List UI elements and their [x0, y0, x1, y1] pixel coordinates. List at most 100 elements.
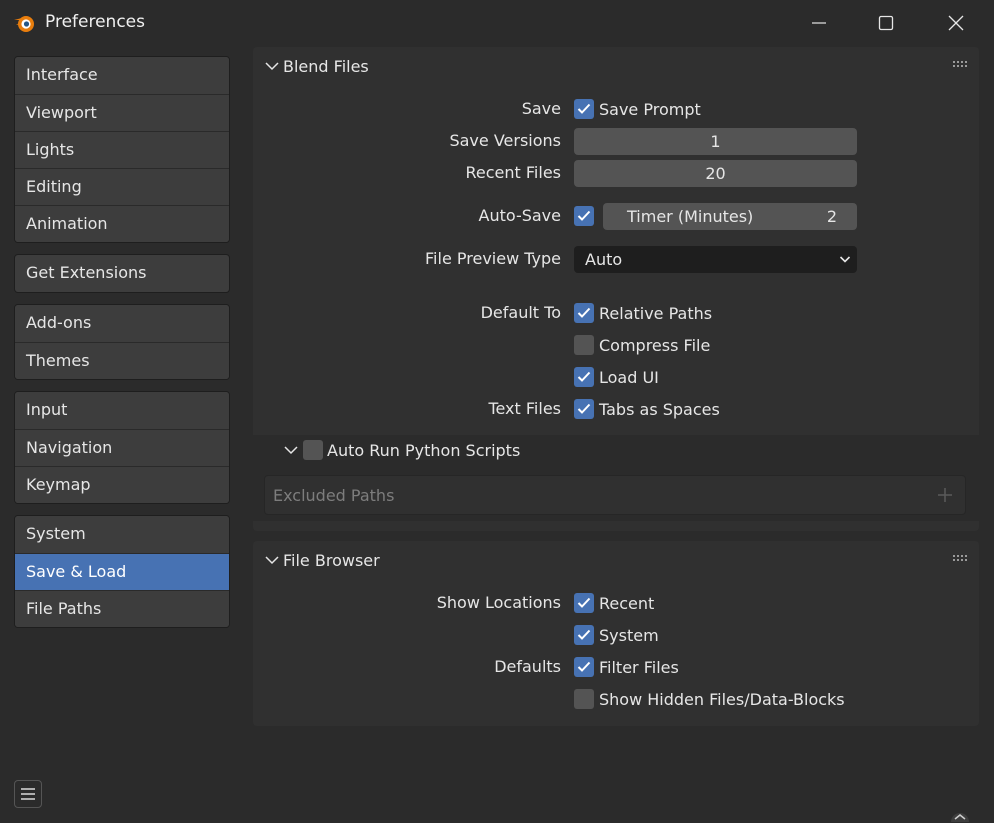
auto-run-header[interactable]: Auto Run Python Scripts [284, 435, 520, 465]
auto-run-checkbox[interactable] [303, 440, 323, 460]
system-checkbox-row[interactable]: System [574, 621, 659, 649]
minimize-button[interactable] [786, 0, 852, 46]
blender-logo-icon [14, 16, 34, 32]
text-files-label: Text Files [488, 399, 561, 418]
sidebar-item-addons[interactable]: Add-ons [15, 305, 229, 342]
title-bar: Preferences [0, 0, 994, 46]
system-checkbox[interactable] [574, 625, 594, 645]
file-preview-type-select[interactable]: Auto [574, 246, 857, 273]
checkmark-icon [577, 103, 591, 114]
recent-label: Recent [599, 593, 655, 613]
sidebar-item-interface[interactable]: Interface [15, 57, 229, 94]
grip-icon[interactable] [953, 61, 967, 69]
nav-group-extensions: Get Extensions [14, 254, 230, 293]
minimize-icon [812, 22, 826, 24]
plus-icon[interactable] [937, 487, 953, 503]
save-versions-field[interactable]: 1 [574, 128, 857, 155]
grip-icon[interactable] [953, 555, 967, 563]
load-ui-checkbox[interactable] [574, 367, 594, 387]
chevron-down-icon [284, 446, 298, 455]
auto-save-checkbox-row[interactable] [574, 202, 594, 230]
file-browser-panel: File Browser Show Locations Recent Syste… [253, 541, 979, 726]
sidebar-item-file-paths[interactable]: File Paths [15, 590, 229, 627]
sidebar-item-save-load[interactable]: Save & Load [15, 553, 229, 590]
checkmark-icon [577, 661, 591, 672]
filter-files-checkbox-row[interactable]: Filter Files [574, 653, 679, 681]
tabs-as-spaces-label: Tabs as Spaces [599, 399, 720, 419]
nav-group-interface: Interface Viewport Lights Editing Animat… [14, 56, 230, 243]
blend-files-header[interactable]: Blend Files [253, 47, 979, 85]
auto-run-label: Auto Run Python Scripts [327, 440, 521, 460]
blend-files-title: Blend Files [283, 56, 369, 76]
maximize-button[interactable] [853, 0, 919, 46]
tabs-as-spaces-checkbox-row[interactable]: Tabs as Spaces [574, 395, 720, 423]
sidebar-item-editing[interactable]: Editing [15, 168, 229, 205]
sidebar-item-system[interactable]: System [15, 516, 229, 553]
file-preview-type-label: File Preview Type [425, 249, 561, 268]
save-versions-label: Save Versions [449, 131, 561, 150]
relative-paths-label: Relative Paths [599, 303, 713, 323]
nav-group-system: System Save & Load File Paths [14, 515, 230, 628]
default-to-label: Default To [480, 303, 561, 322]
show-hidden-checkbox-row[interactable]: Show Hidden Files/Data-Blocks [574, 685, 845, 713]
save-prompt-checkbox-row[interactable]: Save Prompt [574, 95, 701, 123]
timer-value: 2 [826, 207, 837, 226]
checkmark-icon [577, 597, 591, 608]
sidebar-item-input[interactable]: Input [15, 392, 229, 429]
tabs-as-spaces-checkbox[interactable] [574, 399, 594, 419]
checkmark-icon [577, 210, 591, 221]
recent-checkbox[interactable] [574, 593, 594, 613]
hamburger-menu-icon [21, 788, 35, 800]
chevron-down-icon [839, 256, 851, 263]
filter-files-checkbox[interactable] [574, 657, 594, 677]
sidebar-item-viewport[interactable]: Viewport [15, 94, 229, 131]
sidebar-item-navigation[interactable]: Navigation [15, 429, 229, 466]
show-hidden-label: Show Hidden Files/Data-Blocks [599, 689, 845, 709]
maximize-icon [878, 15, 894, 31]
sidebar-item-themes[interactable]: Themes [15, 342, 229, 379]
load-ui-label: Load UI [599, 367, 659, 387]
sidebar-item-keymap[interactable]: Keymap [15, 466, 229, 503]
auto-save-timer-field[interactable]: Timer (Minutes) 2 [603, 203, 857, 230]
blend-files-panel: Blend Files Save Save Prompt Save Versio… [253, 47, 979, 531]
compress-file-checkbox-row[interactable]: Compress File [574, 331, 710, 359]
compress-file-label: Compress File [599, 335, 711, 355]
compress-file-checkbox[interactable] [574, 335, 594, 355]
preferences-menu-button[interactable] [14, 780, 42, 808]
auto-save-checkbox[interactable] [574, 206, 594, 226]
recent-files-label: Recent Files [465, 163, 562, 182]
system-label: System [599, 625, 659, 645]
nav-group-input: Input Navigation Keymap [14, 391, 230, 504]
filter-files-label: Filter Files [599, 657, 679, 677]
file-browser-title: File Browser [283, 550, 380, 570]
close-button[interactable] [923, 0, 989, 46]
file-browser-header[interactable]: File Browser [253, 541, 979, 579]
save-prompt-label: Save Prompt [599, 99, 701, 119]
chevron-down-icon [265, 62, 279, 71]
show-hidden-checkbox[interactable] [574, 689, 594, 709]
sidebar-item-animation[interactable]: Animation [15, 205, 229, 242]
show-locations-label: Show Locations [436, 593, 561, 612]
load-ui-checkbox-row[interactable]: Load UI [574, 363, 659, 391]
recent-checkbox-row[interactable]: Recent [574, 589, 654, 617]
excluded-paths-label: Excluded Paths [273, 486, 395, 505]
excluded-paths-list[interactable]: Excluded Paths [264, 475, 966, 515]
defaults-label: Defaults [494, 657, 561, 676]
sidebar-item-get-extensions[interactable]: Get Extensions [15, 255, 229, 292]
file-preview-type-value: Auto [585, 250, 623, 269]
window-title: Preferences [45, 12, 145, 32]
checkmark-icon [577, 371, 591, 382]
auto-run-subpanel: Auto Run Python Scripts Excluded Paths [253, 435, 979, 521]
save-label: Save [521, 99, 561, 118]
checkmark-icon [577, 403, 591, 414]
nav-group-addons: Add-ons Themes [14, 304, 230, 380]
relative-paths-checkbox[interactable] [574, 303, 594, 323]
sidebar-item-lights[interactable]: Lights [15, 131, 229, 168]
save-prompt-checkbox[interactable] [574, 99, 594, 119]
scroll-up-icon[interactable] [950, 808, 970, 822]
recent-files-field[interactable]: 20 [574, 160, 857, 187]
checkmark-icon [577, 307, 591, 318]
timer-label: Timer (Minutes) [627, 207, 754, 226]
preferences-sidebar: Interface Viewport Lights Editing Animat… [14, 56, 230, 639]
relative-paths-checkbox-row[interactable]: Relative Paths [574, 299, 712, 327]
